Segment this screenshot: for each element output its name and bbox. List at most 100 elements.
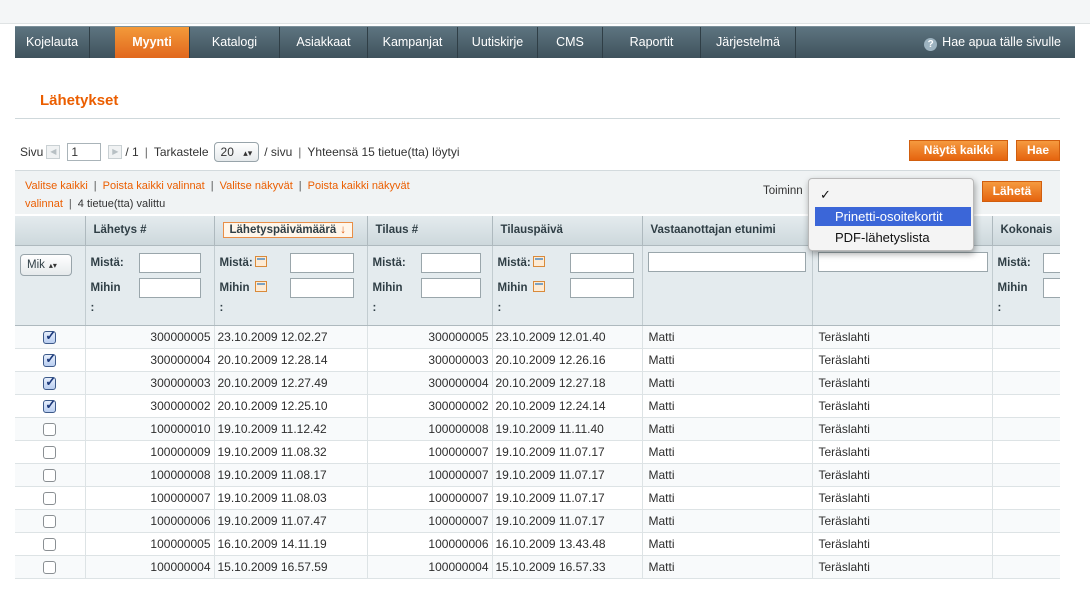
help-link[interactable]: ? Hae apua tälle sivulle (924, 27, 1061, 57)
total-from-input[interactable] (1042, 252, 1060, 273)
from-label: Mistä: (497, 257, 531, 269)
row-checkbox[interactable] (43, 445, 57, 459)
row-checkbox[interactable] (43, 514, 57, 528)
row-checkbox[interactable] (43, 422, 57, 436)
dropdown-option-empty[interactable]: ✓ (815, 185, 971, 204)
from-label: Mistä: (997, 256, 1031, 269)
nav-item-reports[interactable]: Raportit (603, 27, 701, 58)
order-from-input[interactable] (420, 252, 481, 273)
row-checkbox[interactable] (43, 468, 57, 482)
calendar-icon[interactable] (254, 256, 267, 267)
first-name: Matti (642, 486, 813, 510)
nav-item-cms[interactable]: CMS (538, 27, 603, 58)
shipment-number: 300000004 (85, 348, 215, 372)
filter-last-name (812, 245, 993, 326)
col-label: Tilaus # (375, 224, 419, 237)
separator: | (93, 180, 97, 192)
shipment-to-input[interactable] (138, 277, 201, 298)
order-number: 100000007 (367, 486, 493, 510)
first-name: Matti (642, 348, 813, 372)
row-checkbox-cell (15, 371, 86, 395)
row-checkbox[interactable] (43, 397, 57, 413)
total-cell (992, 532, 1060, 556)
shipment-number: 300000003 (85, 371, 215, 395)
nav-item-newsletter[interactable]: Uutiskirje (458, 27, 538, 58)
order-to-input[interactable] (420, 277, 481, 298)
per-page-select[interactable]: 20 ▴▾ (213, 142, 260, 162)
row-checkbox[interactable] (43, 328, 57, 344)
table-row[interactable]: 30000000420.10.2009 12.28.1430000000320.… (15, 348, 1060, 372)
nav-item-sales[interactable]: Myynti (115, 27, 190, 58)
select-all-link[interactable]: Valitse kaikki (25, 180, 88, 192)
table-row[interactable]: 30000000220.10.2009 12.25.1030000000220.… (15, 394, 1060, 418)
order-date: 19.10.2009 11.07.17 (492, 509, 643, 533)
row-checkbox[interactable] (43, 537, 57, 551)
main-nav: Kojelauta Myynti Katalogi Asiakkaat Kamp… (15, 26, 1075, 58)
row-checkbox[interactable] (43, 560, 57, 574)
ship-date-to-input[interactable] (289, 277, 354, 298)
order-number: 300000002 (367, 394, 493, 418)
shipment-from-input[interactable] (138, 252, 201, 273)
col-order-date[interactable]: Tilauspäivä (492, 216, 643, 246)
table-row[interactable]: 100000008 19.10.2009 11.08.17 100000007 19.… (15, 463, 1060, 487)
col-first-name[interactable]: Vastaanottajan etunimi (642, 216, 813, 246)
unselect-visible-link[interactable]: Poista kaikki näkyvät (308, 180, 410, 192)
calendar-icon[interactable] (254, 281, 267, 292)
dropdown-option-prinetti[interactable]: Prinetti-osoitekortit (815, 207, 971, 226)
calendar-icon[interactable] (532, 256, 545, 267)
last-name: Teräslahti (812, 348, 993, 372)
submit-button[interactable]: Lähetä (982, 181, 1042, 202)
filter-first-name (642, 245, 813, 326)
select-visible-link[interactable]: Valitse näkyvät (220, 180, 293, 192)
table-row[interactable]: 30000000320.10.2009 12.27.4930000000420.… (15, 371, 1060, 395)
dropdown-option-pdf[interactable]: PDF-lähetyslista (815, 228, 971, 247)
action-dropdown[interactable]: ✓ Prinetti-osoitekortit PDF-lähetyslista (808, 178, 974, 251)
colon-label: : (90, 301, 95, 314)
total-to-input[interactable] (1042, 277, 1060, 298)
table-row[interactable]: 100000004 15.10.2009 16.57.59 100000004 15.… (15, 555, 1060, 579)
row-checkbox-cell (15, 394, 86, 418)
order-date-to-input[interactable] (569, 277, 634, 298)
nav-item-catalog[interactable]: Katalogi (190, 27, 280, 58)
unselect-visible-link-cont[interactable]: valinnat (25, 198, 63, 210)
nav-item-customers[interactable]: Asiakkaat (280, 27, 368, 58)
calendar-icon[interactable] (532, 281, 545, 292)
table-row[interactable]: 30000000523.10.2009 12.02.2730000000523.… (15, 325, 1060, 349)
row-checkbox[interactable] (43, 374, 57, 390)
last-name-input[interactable] (817, 251, 988, 272)
order-date-from-input[interactable] (569, 252, 634, 273)
table-row[interactable]: 100000009 19.10.2009 11.08.32 100000007 19.… (15, 440, 1060, 464)
col-order[interactable]: Tilaus # (367, 216, 493, 246)
first-name-input[interactable] (647, 251, 806, 272)
row-checkbox[interactable] (43, 351, 57, 367)
filter-select-cell: Mik ▴▾ (15, 245, 86, 326)
last-name: Teräslahti (812, 486, 993, 510)
table-row[interactable]: 100000006 19.10.2009 11.07.47 100000007 19.… (15, 509, 1060, 533)
col-ship-date[interactable]: Lähetyspäivämäärä ↓ (214, 216, 368, 246)
table-row[interactable]: 100000005 16.10.2009 14.11.19 100000006 16.… (15, 532, 1060, 556)
row-checkbox-cell (15, 486, 86, 510)
order-date: 20.10.2009 12.27.18 (492, 371, 643, 395)
ship-date-from-input[interactable] (289, 252, 354, 273)
table-row[interactable]: 100000007 19.10.2009 11.08.03 100000007 19.… (15, 486, 1060, 510)
shipment-date: 20.10.2009 12.28.14 (214, 348, 368, 372)
prev-page-icon[interactable]: ◀ (46, 145, 61, 159)
next-page-icon[interactable]: ▶ (108, 145, 123, 159)
last-name: Teräslahti (812, 417, 993, 441)
select-filter[interactable]: Mik ▴▾ (20, 253, 72, 276)
search-button[interactable]: Hae (1016, 140, 1060, 161)
table-row[interactable]: 100000010 19.10.2009 11.12.42 100000008 19.… (15, 417, 1060, 441)
nav-item-dashboard[interactable]: Kojelauta (15, 27, 90, 58)
col-shipment[interactable]: Lähetys # (85, 216, 215, 246)
col-label: Vastaanottajan etunimi (650, 224, 776, 237)
nav-item-system[interactable]: Järjestelmä (701, 27, 796, 58)
filter-shipment: Mistä: Mihin : (85, 245, 215, 326)
row-checkbox[interactable] (43, 491, 57, 505)
nav-item-promotions[interactable]: Kampanjat (368, 27, 458, 58)
unselect-all-link[interactable]: Poista kaikki valinnat (103, 180, 205, 192)
action-label: Toiminn (763, 185, 803, 197)
show-all-button[interactable]: Näytä kaikki (909, 140, 1008, 161)
col-total[interactable]: Kokonais (992, 216, 1060, 246)
page-input[interactable]: 1 (67, 143, 102, 161)
order-date: 23.10.2009 12.01.40 (492, 325, 643, 349)
